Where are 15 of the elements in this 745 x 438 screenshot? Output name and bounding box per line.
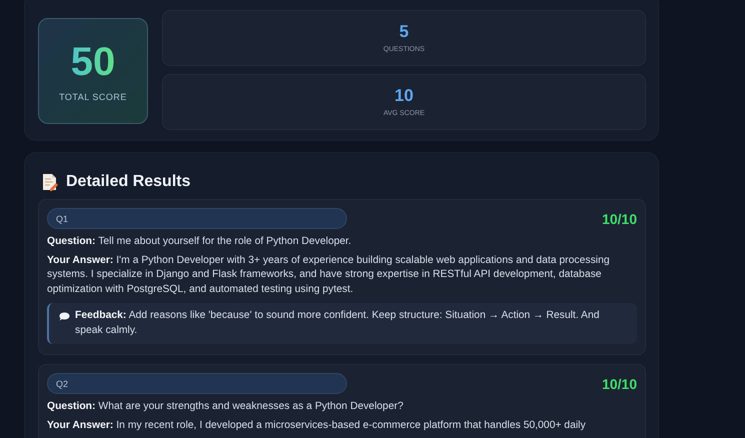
question-score: 10/10: [602, 210, 637, 226]
question-text: Question: What are your strengths and weaknesses as a Python Developer?: [47, 400, 404, 414]
feedback-text: Feedback: Add reasons like 'because' to sound more confident. Keep structure: Situation → Action → Result. And speak calmly.: [75, 309, 600, 338]
question-score: 10/10: [602, 376, 637, 392]
stat-value: 5: [399, 23, 409, 42]
speech-bubble-icon: [59, 312, 70, 321]
total-score-label: TOTAL SCORE: [59, 92, 127, 102]
document-icon: [42, 173, 58, 191]
section-title: Detailed Results: [66, 173, 190, 191]
question-text: Question: Tell me about yourself for the role of Python Developer.: [47, 235, 352, 249]
answer-text: Your Answer: I'm a Python Developer with 3+ years of experience building scalable web applications and data processing systems. I specialize in Django and Flask frameworks, and have strong expertise in RESTful API development, database optimization with PostgreSQL, and automated testing using pytest.: [47, 254, 611, 296]
answer-text: Your Answer: In my recent role, I developed a microservices-based e-commerce platform that handles 50,000+ daily: [47, 418, 587, 432]
question-tag: Q1: [47, 208, 347, 229]
question-tag: Q2: [47, 373, 347, 394]
stat-value: 10: [394, 87, 414, 106]
